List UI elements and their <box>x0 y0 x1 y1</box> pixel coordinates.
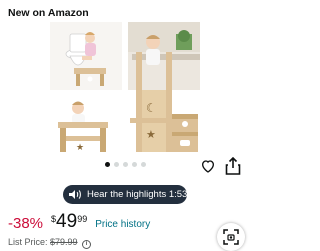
svg-text:★: ★ <box>76 143 84 153</box>
info-icon[interactable]: i <box>82 240 92 249</box>
hear-highlights-label: Hear the highlights 1:53 <box>87 189 188 200</box>
list-price-value: $79.99 <box>50 237 78 247</box>
speaker-icon <box>69 190 81 199</box>
price-history-link[interactable]: Price history <box>95 219 150 230</box>
product-image-gallery[interactable]: ★ ☾ ★ <box>50 22 200 156</box>
gallery-dot[interactable] <box>122 162 128 167</box>
gallery-dot[interactable] <box>140 162 146 167</box>
list-price-label: List Price: <box>8 237 48 247</box>
gallery-dot[interactable] <box>131 162 137 167</box>
price-whole: 49 <box>56 211 78 232</box>
gallery-dot[interactable] <box>104 162 110 167</box>
product-image: ★ ☾ ★ <box>50 22 200 156</box>
price-block: -38% $ 49 99 Price history <box>8 212 150 232</box>
camera-scan-icon <box>223 229 239 245</box>
visual-search-button[interactable] <box>217 223 245 251</box>
section-label: New on Amazon <box>8 7 89 19</box>
svg-text:☾: ☾ <box>146 101 157 115</box>
hear-highlights-button[interactable]: Hear the highlights 1:53 <box>63 185 187 204</box>
share-icon[interactable] <box>225 156 241 175</box>
gallery-dot[interactable] <box>113 162 119 167</box>
svg-text:★: ★ <box>146 128 156 141</box>
list-price: List Price: $79.99 i <box>8 237 92 249</box>
heart-icon[interactable] <box>200 158 216 174</box>
discount-percent: -38% <box>8 215 44 232</box>
price-fraction: 99 <box>77 214 88 224</box>
